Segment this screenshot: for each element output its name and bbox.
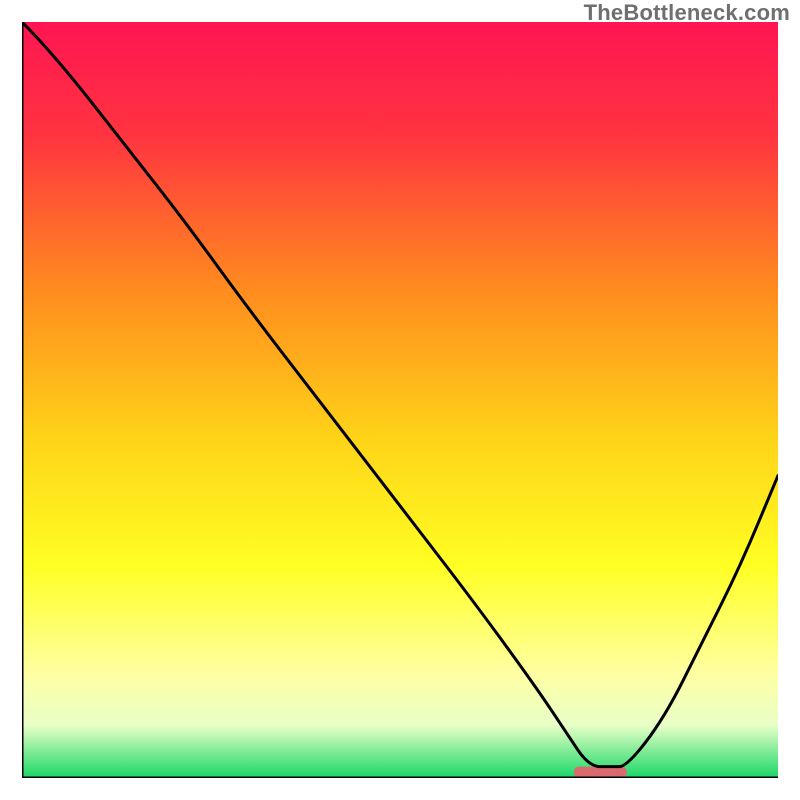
chart-stage: TheBottleneck.com bbox=[0, 0, 800, 800]
chart-svg bbox=[22, 22, 778, 778]
plot-area bbox=[22, 22, 778, 778]
target-marker bbox=[574, 767, 627, 778]
gradient-background bbox=[22, 22, 778, 778]
